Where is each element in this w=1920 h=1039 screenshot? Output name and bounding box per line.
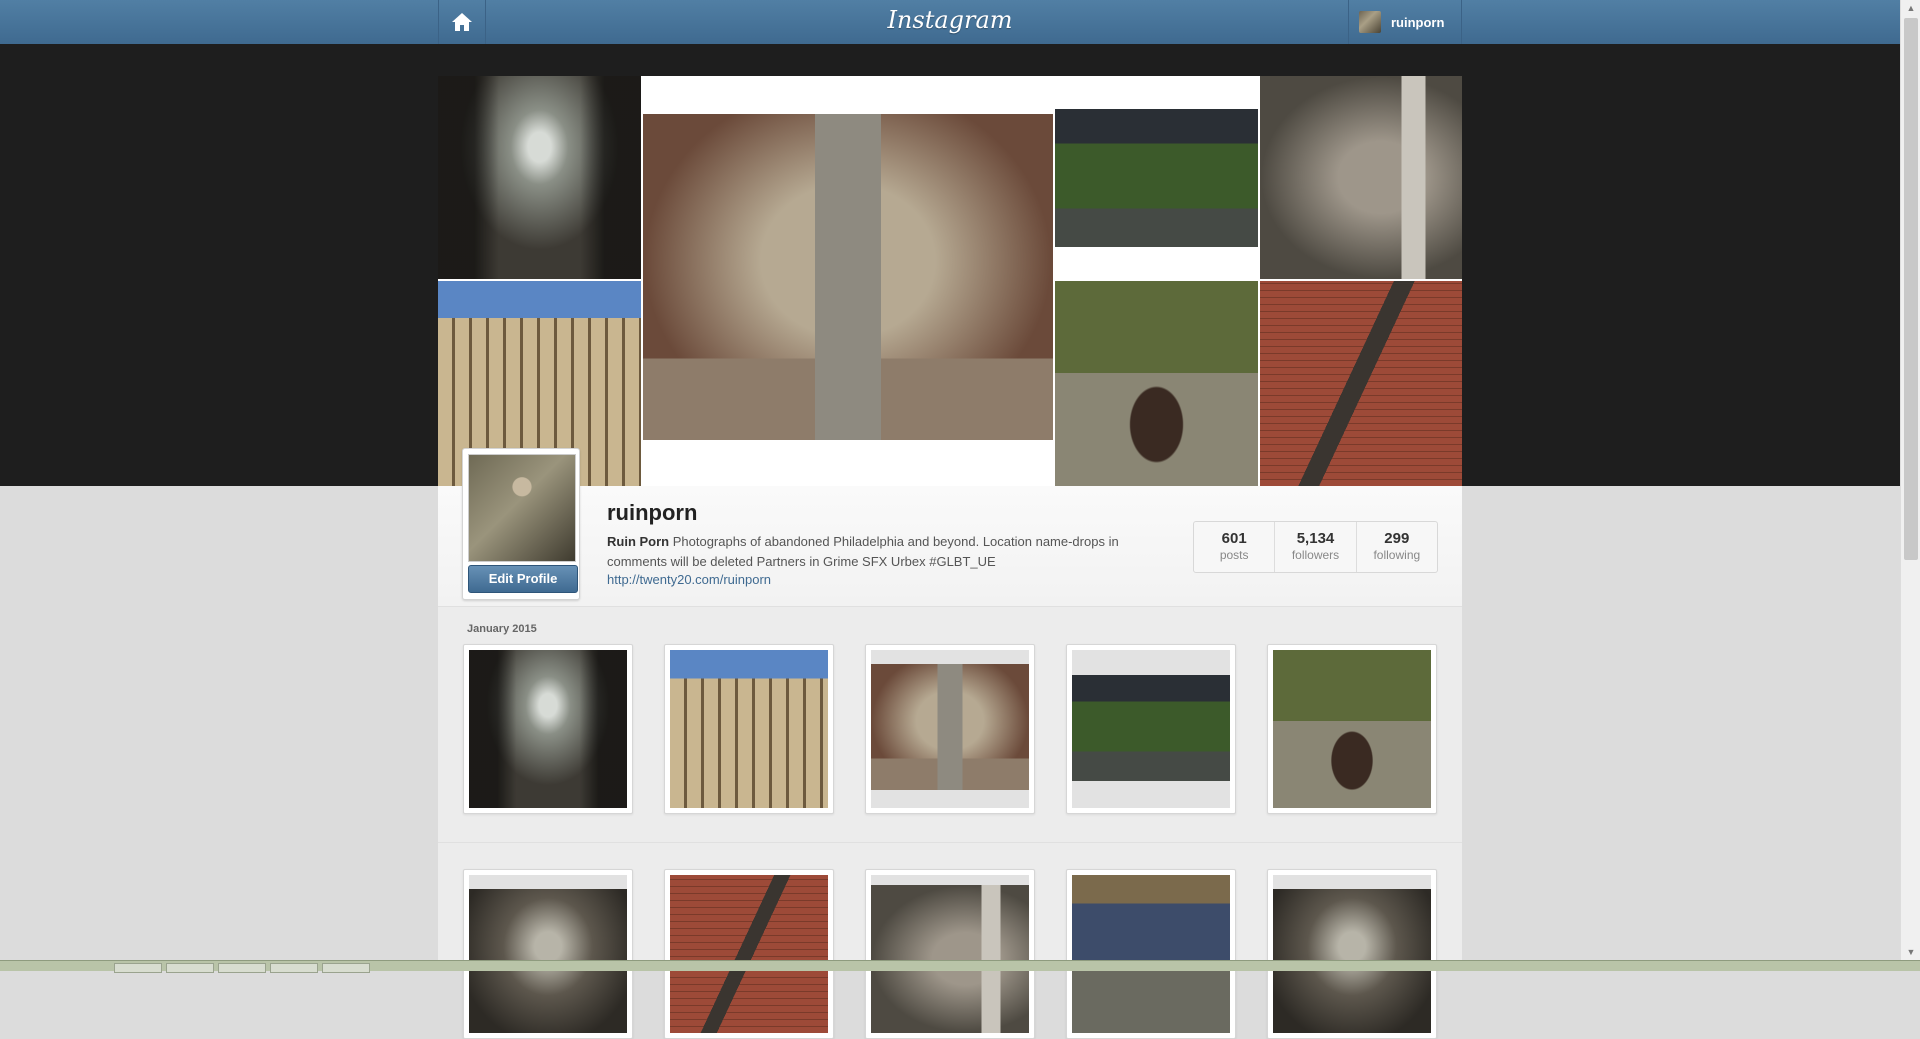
hero-photo[interactable] <box>1055 109 1258 247</box>
hero-photo[interactable] <box>1260 281 1462 486</box>
photo-thumbnail <box>871 875 1029 1033</box>
hero-photo[interactable] <box>1260 76 1462 279</box>
top-navbar: Instagram ruinporn <box>0 0 1900 45</box>
page-scrollbar[interactable]: ▲ ▼ <box>1900 0 1920 960</box>
photo-feed: January 2015 <box>438 607 1462 1039</box>
profile-website-link[interactable]: http://twenty20.com/ruinporn <box>607 572 771 587</box>
photo-tile[interactable] <box>463 644 633 814</box>
taskbar-button[interactable] <box>218 963 266 973</box>
photo-thumbnail <box>469 650 627 808</box>
hero-collage <box>438 76 1462 486</box>
photo-tile[interactable] <box>1066 644 1236 814</box>
stat-label: posts <box>1219 548 1249 562</box>
photo-thumbnail <box>670 650 828 808</box>
photo-tile[interactable] <box>865 644 1035 814</box>
user-menu-name: ruinporn <box>1391 14 1445 30</box>
arrow-up-icon[interactable]: ▲ <box>1901 0 1920 16</box>
stat-following[interactable]: 299 following <box>1357 522 1437 572</box>
profile-full-name: Ruin Porn <box>607 534 670 549</box>
arrow-down-icon[interactable]: ▼ <box>1901 944 1920 960</box>
hero-photo[interactable] <box>438 76 641 279</box>
profile-header: Edit Profile ruinporn Ruin Porn Photogra… <box>438 448 1462 607</box>
photo-image <box>1072 675 1230 781</box>
instagram-logo[interactable]: Instagram <box>438 6 1462 34</box>
photo-thumbnail <box>1072 875 1230 1033</box>
profile-username: ruinporn <box>607 500 698 525</box>
edit-profile-button[interactable]: Edit Profile <box>468 565 578 593</box>
photo-thumbnail <box>1273 875 1431 1033</box>
profile-bio: Ruin Porn Photographs of abandoned Phila… <box>607 532 1167 572</box>
photo-image <box>871 885 1029 1033</box>
photo-thumbnail <box>1072 650 1230 808</box>
user-avatar-thumbnail <box>1359 11 1381 33</box>
photo-tile[interactable] <box>1267 644 1437 814</box>
taskbar-button[interactable] <box>270 963 318 973</box>
photo-tile[interactable] <box>664 869 834 1039</box>
photo-tile[interactable] <box>1066 869 1236 1039</box>
photo-thumbnail <box>1273 650 1431 808</box>
taskbar-button[interactable] <box>166 963 214 973</box>
photo-tile[interactable] <box>664 644 834 814</box>
hero-photo[interactable] <box>1055 281 1258 486</box>
profile-stats: 601 posts 5,134 followers 299 following <box>1193 521 1438 573</box>
stat-label: followers <box>1291 548 1340 562</box>
stat-posts[interactable]: 601 posts <box>1194 522 1276 572</box>
scrollbar-thumb[interactable] <box>1904 18 1918 560</box>
feed-row-divider <box>438 842 1462 843</box>
photo-image <box>871 664 1029 790</box>
taskbar-button[interactable] <box>322 963 370 973</box>
photo-tile[interactable] <box>865 869 1035 1039</box>
hero-photo-large[interactable] <box>643 114 1053 440</box>
photo-thumbnail <box>871 650 1029 808</box>
stat-value: 601 <box>1221 530 1247 547</box>
profile-bio-text: Photographs of abandoned Philadelphia an… <box>607 534 1119 569</box>
profile-avatar[interactable] <box>468 454 576 562</box>
feed-month-heading: January 2015 <box>467 623 537 635</box>
os-taskbar <box>0 960 1920 973</box>
stat-label: following <box>1373 548 1421 562</box>
photo-thumbnail <box>670 875 828 1033</box>
profile-avatar-card: Edit Profile <box>462 448 580 600</box>
stat-value: 299 <box>1384 530 1410 547</box>
navbar-inner: Instagram ruinporn <box>438 0 1462 44</box>
photo-tile[interactable] <box>463 869 633 1039</box>
photo-thumbnail <box>469 875 627 1033</box>
stat-value: 5,134 <box>1296 530 1335 547</box>
photo-tile[interactable] <box>1267 869 1437 1039</box>
stat-followers[interactable]: 5,134 followers <box>1275 522 1357 572</box>
taskbar-button[interactable] <box>114 963 162 973</box>
user-menu-button[interactable]: ruinporn <box>1348 0 1462 44</box>
